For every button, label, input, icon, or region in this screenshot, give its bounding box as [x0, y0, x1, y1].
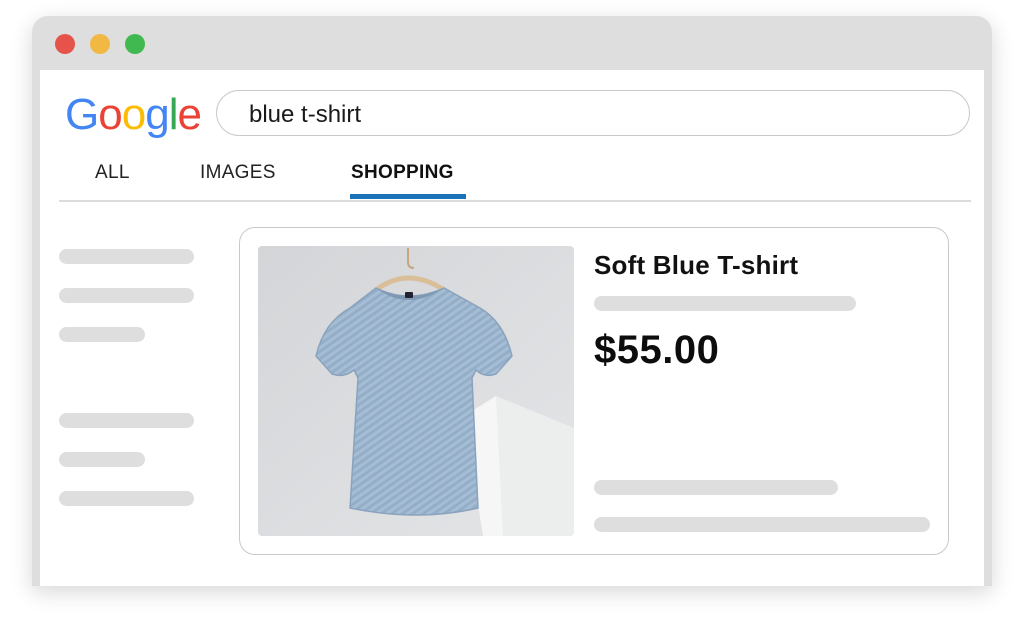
product-placeholder-line [594, 480, 838, 495]
tab-shopping[interactable]: SHOPPING [351, 162, 454, 184]
blue-tshirt-icon [258, 246, 574, 536]
title-bar [32, 16, 992, 70]
tab-all[interactable]: ALL [95, 162, 130, 184]
close-window-button[interactable] [55, 34, 75, 54]
sidebar-placeholder-line [59, 491, 194, 506]
active-tab-indicator [350, 194, 466, 199]
sidebar-placeholder-line [59, 327, 145, 342]
logo-letter: g [145, 90, 170, 139]
google-logo[interactable]: Google [65, 90, 202, 140]
tabs-divider [59, 200, 971, 202]
logo-letter: o [121, 90, 147, 139]
product-price: $55.00 [594, 328, 720, 372]
logo-letter: l [168, 90, 179, 139]
tab-images[interactable]: IMAGES [200, 162, 276, 184]
product-image[interactable] [258, 246, 574, 536]
product-placeholder-line [594, 296, 856, 311]
sidebar-placeholder-line [59, 249, 194, 264]
search-results-page: Google blue t-shirt ALL IMAGES SHOPPING [40, 70, 984, 586]
product-card[interactable]: Soft Blue T-shirt $55.00 [239, 227, 949, 555]
browser-window: Google blue t-shirt ALL IMAGES SHOPPING [32, 16, 992, 586]
window-frame-right [984, 70, 992, 586]
sidebar-placeholder-line [59, 288, 194, 303]
minimize-window-button[interactable] [90, 34, 110, 54]
logo-letter: G [65, 90, 99, 139]
product-title[interactable]: Soft Blue T-shirt [594, 250, 798, 281]
search-query-text[interactable]: blue t-shirt [249, 101, 361, 129]
search-input[interactable]: blue t-shirt [216, 90, 970, 136]
product-placeholder-line [594, 517, 930, 532]
window-frame-left [32, 70, 40, 586]
sidebar-placeholder-line [59, 452, 145, 467]
logo-letter: o [98, 90, 123, 139]
logo-letter: e [177, 90, 202, 139]
maximize-window-button[interactable] [125, 34, 145, 54]
sidebar-placeholder-line [59, 413, 194, 428]
